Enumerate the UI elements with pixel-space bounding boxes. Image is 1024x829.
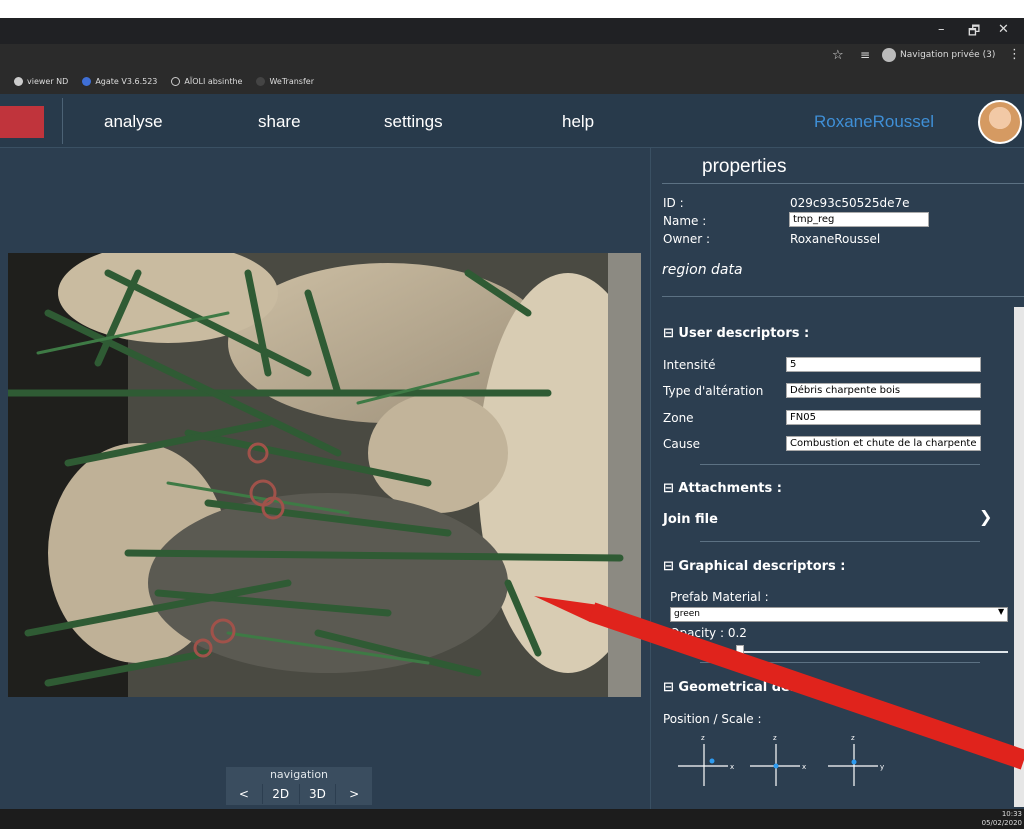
red-annotation-arrow bbox=[534, 596, 1024, 770]
clock-date: 05/02/2020 bbox=[981, 819, 1022, 827]
taskbar-clock: 10:33 05/02/2020 bbox=[980, 810, 1022, 828]
os-taskbar bbox=[0, 809, 1024, 829]
screen: – 🗗 ✕ ☆ ≡ Navigation privée (3) ⋮ viewer… bbox=[0, 0, 1024, 829]
clock-time: 10:33 bbox=[1001, 810, 1022, 818]
